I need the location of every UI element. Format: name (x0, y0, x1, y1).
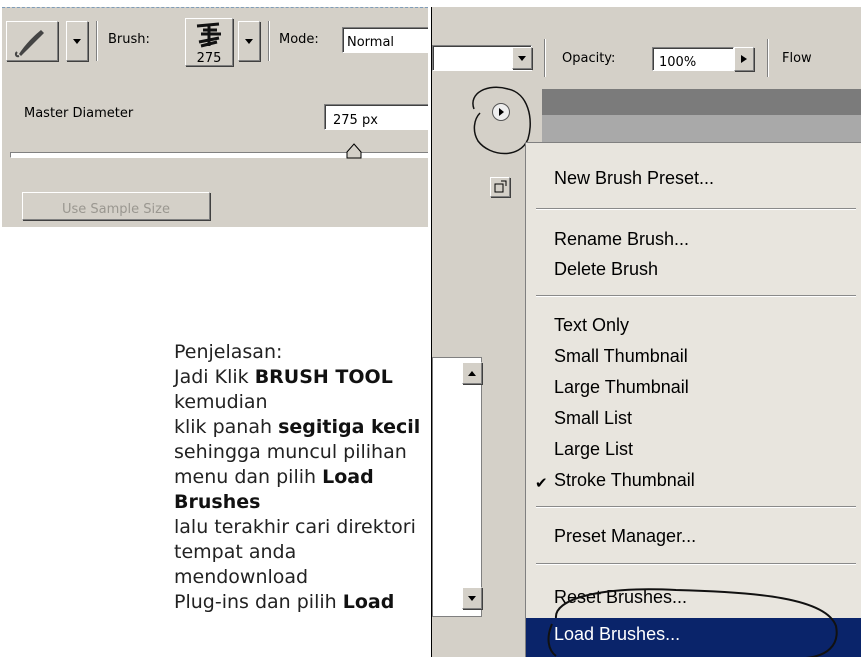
explanation-text-part: sehingga muncul pilihan (174, 441, 407, 463)
triangle-down-icon (245, 39, 253, 44)
opacity-slider-button[interactable] (734, 47, 754, 71)
menu-separator (536, 506, 856, 508)
explanation-text-part: menu dan pilih (174, 466, 323, 488)
tool-preset-dropdown-button[interactable] (66, 21, 88, 61)
opacity-input[interactable]: 100% (652, 47, 734, 71)
new-preset-button[interactable] (490, 177, 510, 197)
menu-item-small-list[interactable]: Small List (554, 408, 632, 429)
palette-header (542, 115, 861, 145)
brush-picker-dropdown-button[interactable] (238, 21, 260, 61)
brush-tool-button[interactable] (6, 21, 58, 61)
menu-separator (536, 563, 856, 565)
mode-label: Mode: (279, 32, 319, 47)
triangle-right-icon (741, 55, 747, 63)
triangle-down-icon (518, 56, 526, 61)
menu-separator (536, 295, 856, 297)
explanation-text-part: lalu terakhir cari direktori (174, 516, 416, 538)
menu-item-rename-brush[interactable]: Rename Brush... (554, 229, 689, 250)
menu-item-new-brush-preset[interactable]: New Brush Preset... (554, 168, 714, 189)
triangle-up-icon (468, 371, 476, 376)
menu-item-delete-brush[interactable]: Delete Brush (554, 259, 658, 280)
diameter-slider-thumb[interactable] (346, 143, 362, 159)
brush-icon (14, 30, 44, 58)
diameter-slider-track[interactable] (10, 152, 428, 158)
triangle-down-icon (468, 596, 476, 601)
scroll-down-button[interactable] (462, 587, 482, 609)
options-toolbar: Brush: 275 Mode: Normal (2, 13, 428, 71)
explanation-text: Penjelasan: Jadi Klik BRUSH TOOL kemudia… (174, 340, 434, 615)
opacity-label: Opacity: (562, 51, 616, 66)
opacity-value: 100% (659, 55, 697, 70)
toolbar-separator (767, 39, 769, 77)
brush-options-screenshot: Brush: 275 Mode: Normal Master Diameter … (2, 7, 428, 227)
explanation-bold: Load (342, 591, 395, 613)
explanation-text-part: tempat anda mendownload (174, 541, 309, 588)
explanation-heading: Penjelasan: (174, 341, 283, 363)
menu-item-large-thumbnail[interactable]: Large Thumbnail (554, 377, 689, 398)
toolbar-separator (268, 21, 270, 61)
explanation-bold: segitiga kecil (278, 416, 421, 438)
use-sample-size-button[interactable]: Use Sample Size (22, 192, 210, 220)
menu-item-text-only[interactable]: Text Only (554, 315, 629, 336)
brush-size-panel: Master Diameter 275 px Use Sample Size (2, 88, 428, 227)
toolbar-separator (544, 39, 546, 77)
new-item-icon (494, 180, 507, 193)
mode-value: Normal (347, 35, 395, 50)
toolbar-separator (96, 21, 98, 61)
brush-menu-screenshot: Opacity: 100% Flow New Brush Preset... R… (431, 7, 861, 657)
triangle-down-icon (73, 39, 81, 44)
scroll-up-button[interactable] (462, 362, 482, 384)
mode-select[interactable]: Normal (342, 27, 428, 53)
checkmark-icon: ✔ (535, 474, 548, 492)
diameter-value: 275 px (333, 113, 378, 128)
palette-title-bar (542, 89, 861, 115)
menu-item-large-list[interactable]: Large List (554, 439, 633, 460)
explanation-text-part: Plug-ins dan pilih (174, 591, 343, 613)
explanation-bold: BRUSH TOOL (254, 366, 393, 388)
mode-dropdown-button[interactable] (512, 47, 532, 69)
brush-label: Brush: (108, 32, 150, 47)
menu-separator (536, 208, 856, 210)
brush-preset-picker[interactable]: 275 (185, 18, 233, 66)
brush-tip-glyph-icon (196, 22, 221, 48)
brush-palette-menu: New Brush Preset... Rename Brush... Dele… (525, 142, 861, 657)
hand-drawn-circle-annotation (547, 588, 838, 657)
explanation-text-part: klik panah (174, 416, 279, 438)
master-diameter-label: Master Diameter (24, 106, 134, 121)
menu-item-stroke-thumbnail[interactable]: Stroke Thumbnail (554, 470, 695, 491)
panel-fragment (444, 157, 458, 197)
flow-label: Flow (782, 51, 812, 66)
menu-item-preset-manager[interactable]: Preset Manager... (554, 526, 696, 547)
use-sample-size-label: Use Sample Size (62, 202, 170, 217)
diameter-input[interactable]: 275 px (324, 104, 428, 130)
preset-list-scroll-area[interactable] (432, 357, 482, 617)
brush-size-label: 275 (196, 51, 222, 66)
explanation-text-part: kemudian (174, 391, 268, 413)
explanation-text-part: Jadi Klik (174, 366, 255, 388)
menu-item-small-thumbnail[interactable]: Small Thumbnail (554, 346, 688, 367)
